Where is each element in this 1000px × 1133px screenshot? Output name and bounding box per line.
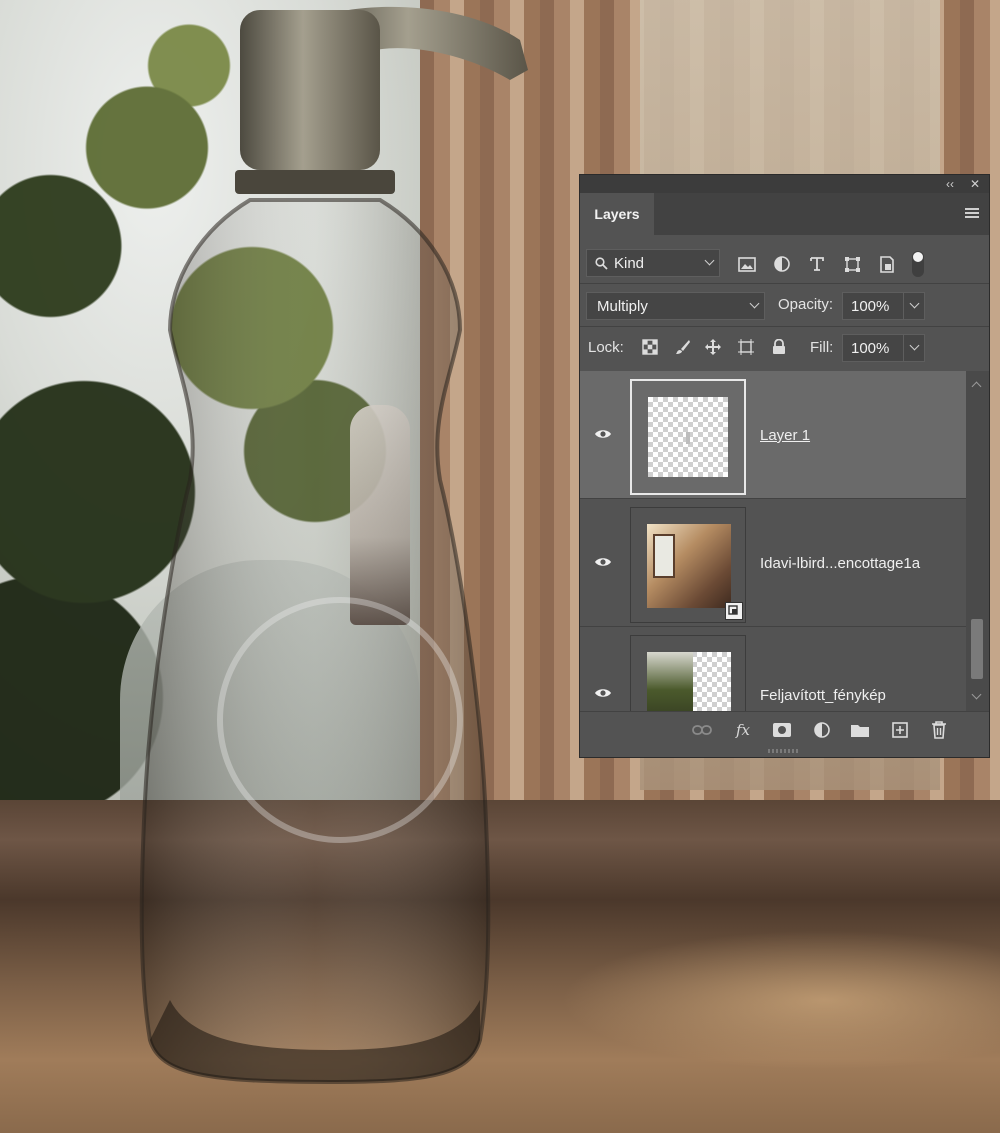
double-chevron-left-icon[interactable]: ‹‹ (946, 176, 954, 192)
blend-mode-value: Multiply (597, 297, 648, 315)
layer-name[interactable]: Idavi-lbird...encottage1a (760, 555, 920, 572)
panel-menu-icon[interactable] (965, 208, 979, 219)
layer-list-scrollbar[interactable] (966, 371, 989, 711)
chevron-down-icon (749, 298, 760, 309)
new-layer-icon[interactable] (890, 721, 910, 739)
chevron-down-icon (704, 255, 715, 266)
layer-row-layer-1[interactable]: Layer 1 (580, 371, 966, 499)
new-adjustment-icon[interactable] (812, 721, 832, 739)
chevron-down-icon (909, 340, 920, 351)
divider (580, 283, 989, 284)
image-filter-icon[interactable] (738, 255, 756, 273)
search-icon (595, 256, 608, 270)
link-layers-icon[interactable] (692, 721, 712, 739)
close-icon[interactable]: ✕ (970, 176, 980, 192)
layer-row-feljavitott[interactable]: Feljavított_fénykép (580, 627, 966, 711)
thumbnail-content (686, 432, 690, 444)
thumbnail-content (647, 652, 693, 711)
shape-filter-icon[interactable] (843, 255, 861, 273)
layer-list: Layer 1 Idavi-lbird...encottage1a Feljav… (580, 371, 966, 711)
add-mask-icon[interactable] (772, 721, 792, 739)
fill-dropdown[interactable] (903, 334, 925, 362)
fill-field[interactable]: 100% (842, 334, 904, 362)
scroll-thumb[interactable] (971, 619, 983, 679)
delete-layer-icon[interactable] (929, 721, 949, 739)
smart-object-filter-icon[interactable] (878, 255, 896, 273)
lock-position-icon[interactable] (704, 338, 722, 356)
blend-mode-dropdown[interactable]: Multiply (586, 292, 765, 320)
layer-thumbnail[interactable] (630, 635, 746, 711)
panel-footer: fx (580, 711, 989, 748)
layer-row-smart-object[interactable]: Idavi-lbird...encottage1a (580, 499, 966, 627)
divider (580, 326, 989, 327)
sill-light (560, 930, 1000, 1070)
filter-toggle-icon[interactable] (911, 249, 925, 279)
fill-label: Fill: (810, 339, 834, 356)
layer-name[interactable]: Feljavított_fénykép (760, 687, 886, 704)
panel-titlebar[interactable]: ‹‹ ✕ (580, 175, 989, 193)
opacity-field[interactable]: 100% (842, 292, 904, 320)
opacity-dropdown[interactable] (903, 292, 925, 320)
transparent-thumbnail (647, 652, 731, 711)
transparent-thumbnail (648, 397, 728, 477)
room-photo-thumbnail (647, 524, 731, 608)
lock-artboard-icon[interactable] (737, 338, 755, 356)
siphon-bottle (139, 6, 528, 1085)
tab-strip: Layers (580, 193, 989, 235)
eye-icon[interactable] (594, 428, 612, 440)
smart-object-badge-icon (725, 602, 743, 620)
scroll-down-icon[interactable] (971, 689, 982, 700)
lock-transparent-pixels-icon[interactable] (641, 338, 659, 356)
scroll-up-icon[interactable] (971, 381, 982, 392)
lock-label: Lock: (588, 339, 624, 356)
adjustment-filter-icon[interactable] (773, 255, 791, 273)
eye-icon[interactable] (594, 687, 612, 699)
layers-panel: ‹‹ ✕ Layers Kind Multiply Opacity: 100% … (579, 174, 990, 758)
opacity-label: Opacity: (778, 296, 834, 313)
eye-icon[interactable] (594, 556, 612, 568)
filter-kind-dropdown[interactable]: Kind (586, 249, 720, 277)
new-group-icon[interactable] (850, 721, 870, 739)
type-filter-icon[interactable] (808, 255, 826, 273)
filter-kind-label: Kind (614, 254, 645, 272)
panel-resize-grip[interactable] (768, 749, 800, 753)
lock-all-icon[interactable] (770, 338, 788, 356)
layer-name[interactable]: Layer 1 (760, 427, 810, 444)
thumbnail-window (653, 534, 675, 578)
chevron-down-icon (909, 298, 920, 309)
fx-icon[interactable]: fx (733, 721, 753, 739)
tab-layers[interactable]: Layers (580, 193, 654, 235)
layer-thumbnail[interactable] (630, 379, 746, 495)
layer-thumbnail[interactable] (630, 507, 746, 623)
lock-image-pixels-icon[interactable] (674, 338, 692, 356)
